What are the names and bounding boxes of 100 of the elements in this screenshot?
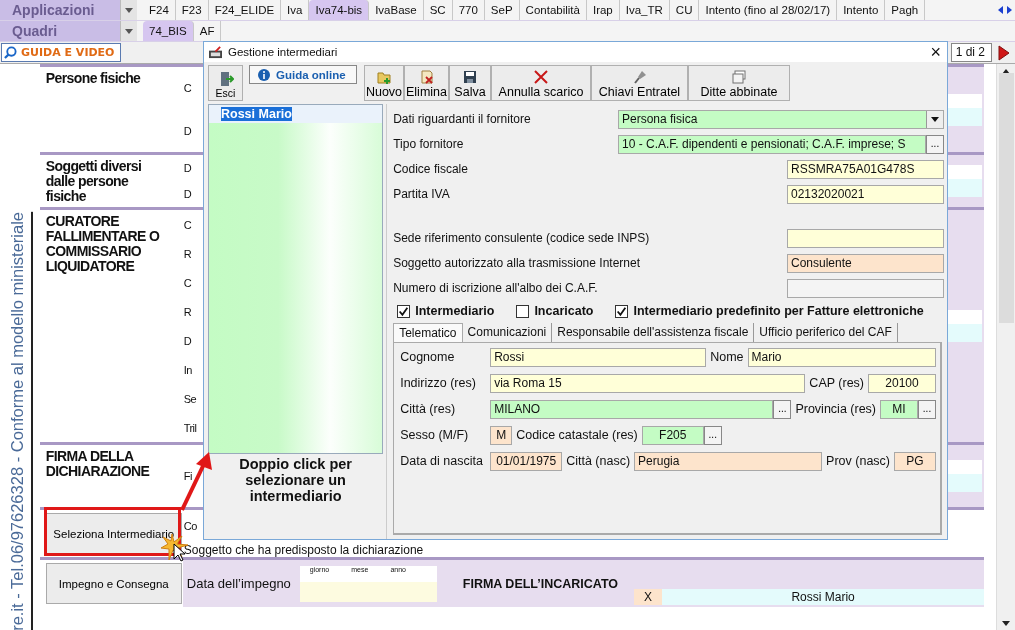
app-tab[interactable]: F24_ELIDE — [208, 0, 282, 20]
exit-button[interactable]: Esci — [208, 65, 243, 101]
field-label: Prov (nasc) — [826, 454, 890, 468]
field-label: Data dell’impegno — [186, 576, 292, 591]
caret-icon — [931, 116, 939, 122]
tab[interactable]: Telematico — [393, 323, 463, 342]
input-field[interactable] — [787, 278, 944, 298]
field-label: Sede riferimento consulente (codice sede INPS) — [393, 231, 650, 245]
cancel-button[interactable]: Annulla scarico — [491, 65, 591, 101]
delete-button[interactable]: Elimina — [404, 65, 449, 101]
new-button[interactable]: Nuovo — [364, 65, 404, 101]
input-field[interactable]: Consulente — [787, 253, 944, 273]
lookup-field[interactable]: MILANO — [490, 399, 774, 419]
checkbox[interactable] — [516, 304, 530, 318]
commit-button[interactable]: Impegno e Consegna — [45, 563, 182, 604]
field-label: Codice fiscale — [393, 162, 468, 176]
field-label: CAP (res) — [809, 376, 864, 390]
field-label: Codice catastale (res) — [516, 428, 638, 442]
scroll-arrows-icon[interactable] — [997, 5, 1013, 15]
pen-icon — [631, 69, 648, 85]
input-field[interactable]: Rossi — [490, 347, 707, 367]
app-tab[interactable]: Intento (fino al 28/02/17) — [699, 0, 838, 20]
list-item[interactable]: Rossi Mario — [221, 107, 292, 121]
app-tab[interactable]: SeP — [484, 0, 520, 20]
windows-button[interactable]: Ditte abbinate — [688, 65, 790, 101]
field-label: R — [183, 247, 192, 260]
field-label: Soggetto che ha predisposto la dichiarazione — [183, 543, 424, 557]
checkbox-label: Intermediario — [415, 304, 495, 318]
section-title: Soggetti diversi dalle persone fisiche — [44, 157, 143, 206]
section-title: Persone fisiche — [44, 69, 142, 88]
app-tab[interactable]: Iva_TR — [619, 0, 670, 20]
input-field[interactable]: via Roma 15 — [490, 373, 806, 393]
next-page-icon[interactable] — [998, 44, 1010, 61]
hint-text: Doppio click per selezionare un intermediario — [238, 455, 353, 504]
app-tab[interactable]: CU — [669, 0, 700, 20]
app-tab[interactable]: F24 — [143, 0, 176, 20]
app-tab[interactable]: SC — [423, 0, 453, 20]
tab[interactable]: Ufficio periferico del CAF — [754, 323, 898, 342]
scroll-down-icon[interactable] — [1002, 621, 1011, 626]
field-label: Partita IVA — [393, 187, 450, 201]
input-field[interactable] — [787, 228, 944, 248]
dropdown-button[interactable] — [926, 110, 943, 128]
picker-button[interactable]: ... — [773, 399, 792, 419]
field-label: Cognome — [400, 350, 456, 364]
input-field[interactable]: 01/01/1975 — [490, 451, 563, 471]
lookup-field[interactable]: F205 — [641, 425, 704, 445]
page-indicator: 1 di 2 — [950, 43, 992, 62]
field-label: FIRMA DELL’INCARICATO — [462, 576, 619, 591]
cross-icon — [533, 69, 549, 85]
field-label: Dati riguardanti il fornitore — [393, 112, 531, 126]
picker-button[interactable]: ... — [918, 399, 936, 419]
input-field[interactable]: RSSMRA75A01G478S — [787, 159, 944, 179]
lookup-field[interactable]: MI — [880, 399, 918, 419]
app-tab[interactable]: Intento — [837, 0, 886, 20]
scrollbar[interactable] — [996, 64, 1015, 630]
mark-field: X — [634, 589, 663, 605]
name-field: Rossi Mario — [662, 589, 985, 605]
key-button[interactable]: Chiavi Entratel — [591, 65, 688, 101]
app-tab[interactable]: F23 — [175, 0, 209, 20]
section-tab[interactable]: 74_BIS — [143, 21, 194, 41]
field-label: In — [183, 363, 192, 376]
caret-icon — [125, 7, 133, 13]
tab[interactable]: Responsabile dell'assistenza fiscale — [552, 323, 755, 342]
window-title: Gestione intermediari — [228, 46, 338, 58]
help-button[interactable]: Guida online — [249, 65, 357, 84]
field-label: Città (nasc) — [566, 454, 631, 468]
field-label: R — [183, 305, 192, 318]
field-label: Se — [183, 392, 197, 405]
windows-icon — [731, 69, 747, 85]
app-tab[interactable]: 770 — [452, 0, 485, 20]
field-label: Indirizzo (res) — [400, 376, 477, 390]
input-field[interactable]: Perugia — [634, 451, 823, 471]
field-label: C — [183, 218, 192, 231]
input-field[interactable]: 20100 — [868, 373, 936, 393]
app-tab[interactable]: Irap — [586, 0, 620, 20]
checkbox[interactable] — [615, 304, 629, 318]
window-icon — [208, 45, 223, 59]
close-button[interactable]: × — [924, 43, 947, 61]
input-field[interactable]: Mario — [747, 347, 936, 367]
app-tab[interactable]: Contabilità — [519, 0, 587, 20]
field-label: D — [183, 124, 192, 137]
lookup-field[interactable]: 10 - C.A.F. dipendenti e pensionati; C.A.F. imprese; S — [618, 134, 926, 154]
field-label: Data di nascita — [400, 454, 484, 468]
checkbox[interactable] — [397, 304, 411, 318]
tab[interactable]: Comunicazioni — [462, 323, 553, 342]
checkbox-label: Incaricato — [534, 304, 594, 318]
input-field[interactable]: M — [490, 425, 513, 445]
input-field[interactable]: 02132020021 — [787, 184, 944, 204]
dropdown-field[interactable]: Persona fisica — [618, 109, 944, 129]
app-tab[interactable]: Pagh — [885, 0, 926, 20]
input-field[interactable]: PG — [894, 451, 936, 471]
field-label: Soggetto autorizzato alla trasmissione Internet — [393, 256, 640, 270]
search-icon — [4, 46, 17, 59]
app-tab[interactable]: IvaBase — [369, 0, 424, 20]
save-button[interactable]: Salva — [449, 65, 491, 101]
app-tab[interactable]: Iva74-bis — [309, 0, 370, 20]
field-label: D — [183, 334, 192, 347]
field-label: D — [183, 188, 192, 200]
field-label: Sesso (M/F) — [400, 428, 470, 442]
picker-button[interactable]: ... — [926, 134, 944, 154]
